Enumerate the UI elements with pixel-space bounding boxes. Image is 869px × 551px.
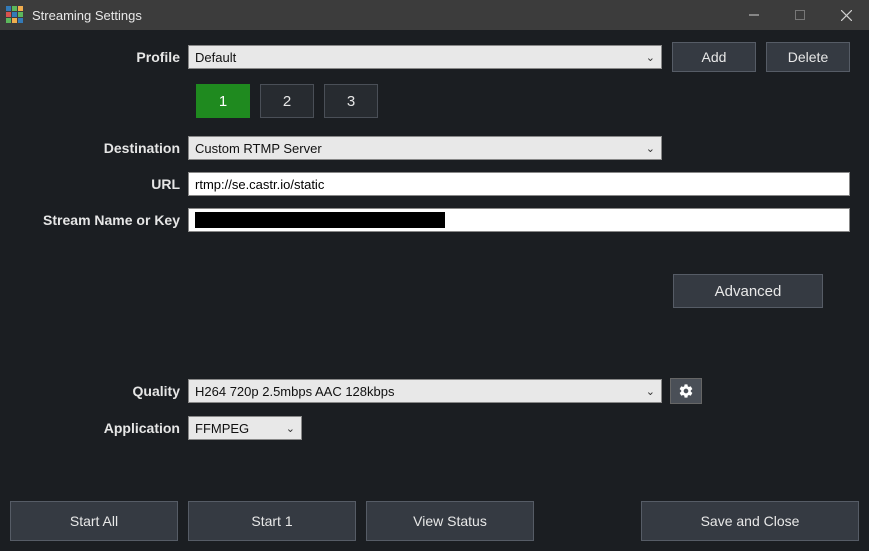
stream-key-label: Stream Name or Key bbox=[10, 212, 188, 228]
app-icon bbox=[6, 6, 24, 24]
chevron-down-icon: ⌄ bbox=[646, 51, 655, 64]
tab-1[interactable]: 1 bbox=[196, 84, 250, 118]
quality-label: Quality bbox=[10, 383, 188, 399]
profile-label: Profile bbox=[10, 49, 188, 65]
quality-row: Quality H264 720p 2.5mbps AAC 128kbps ⌄ bbox=[10, 378, 859, 404]
maximize-button[interactable] bbox=[777, 0, 823, 30]
bottom-toolbar: Start All Start 1 View Status Save and C… bbox=[10, 501, 859, 541]
delete-button[interactable]: Delete bbox=[766, 42, 850, 72]
stream-tabs: 1 2 3 bbox=[196, 84, 859, 118]
stream-key-redacted bbox=[195, 212, 445, 228]
application-label: Application bbox=[10, 420, 188, 436]
advanced-row: Advanced bbox=[10, 274, 859, 308]
add-button[interactable]: Add bbox=[672, 42, 756, 72]
quality-select[interactable]: H264 720p 2.5mbps AAC 128kbps ⌄ bbox=[188, 379, 662, 403]
titlebar: Streaming Settings bbox=[0, 0, 869, 30]
save-and-close-button[interactable]: Save and Close bbox=[641, 501, 859, 541]
minimize-icon bbox=[749, 10, 759, 20]
destination-label: Destination bbox=[10, 140, 188, 156]
close-button[interactable] bbox=[823, 0, 869, 30]
chevron-down-icon: ⌄ bbox=[646, 142, 655, 155]
start-1-button[interactable]: Start 1 bbox=[188, 501, 356, 541]
tab-3[interactable]: 3 bbox=[324, 84, 378, 118]
url-input[interactable]: rtmp://se.castr.io/static bbox=[188, 172, 850, 196]
url-value: rtmp://se.castr.io/static bbox=[195, 177, 324, 192]
stream-key-input[interactable] bbox=[188, 208, 850, 232]
close-icon bbox=[841, 10, 852, 21]
application-select[interactable]: FFMPEG ⌄ bbox=[188, 416, 302, 440]
chevron-down-icon: ⌄ bbox=[286, 422, 295, 435]
application-row: Application FFMPEG ⌄ bbox=[10, 416, 859, 440]
profile-row: Profile Default ⌄ Add Delete bbox=[10, 42, 859, 72]
maximize-icon bbox=[795, 10, 805, 20]
quality-value: H264 720p 2.5mbps AAC 128kbps bbox=[195, 384, 394, 399]
advanced-button[interactable]: Advanced bbox=[673, 274, 823, 308]
window-controls bbox=[731, 0, 869, 30]
url-row: URL rtmp://se.castr.io/static bbox=[10, 172, 859, 196]
destination-select[interactable]: Custom RTMP Server ⌄ bbox=[188, 136, 662, 160]
tab-2[interactable]: 2 bbox=[260, 84, 314, 118]
profile-value: Default bbox=[195, 50, 236, 65]
window-title: Streaming Settings bbox=[32, 8, 142, 23]
url-label: URL bbox=[10, 176, 188, 192]
spacer bbox=[544, 501, 631, 541]
content-area: Profile Default ⌄ Add Delete 1 2 3 Desti… bbox=[0, 30, 869, 440]
chevron-down-icon: ⌄ bbox=[646, 385, 655, 398]
destination-row: Destination Custom RTMP Server ⌄ bbox=[10, 136, 859, 160]
profile-select[interactable]: Default ⌄ bbox=[188, 45, 662, 69]
application-value: FFMPEG bbox=[195, 421, 249, 436]
destination-value: Custom RTMP Server bbox=[195, 141, 322, 156]
quality-settings-button[interactable] bbox=[670, 378, 702, 404]
start-all-button[interactable]: Start All bbox=[10, 501, 178, 541]
stream-key-row: Stream Name or Key bbox=[10, 208, 859, 232]
view-status-button[interactable]: View Status bbox=[366, 501, 534, 541]
gear-icon bbox=[678, 383, 694, 399]
minimize-button[interactable] bbox=[731, 0, 777, 30]
